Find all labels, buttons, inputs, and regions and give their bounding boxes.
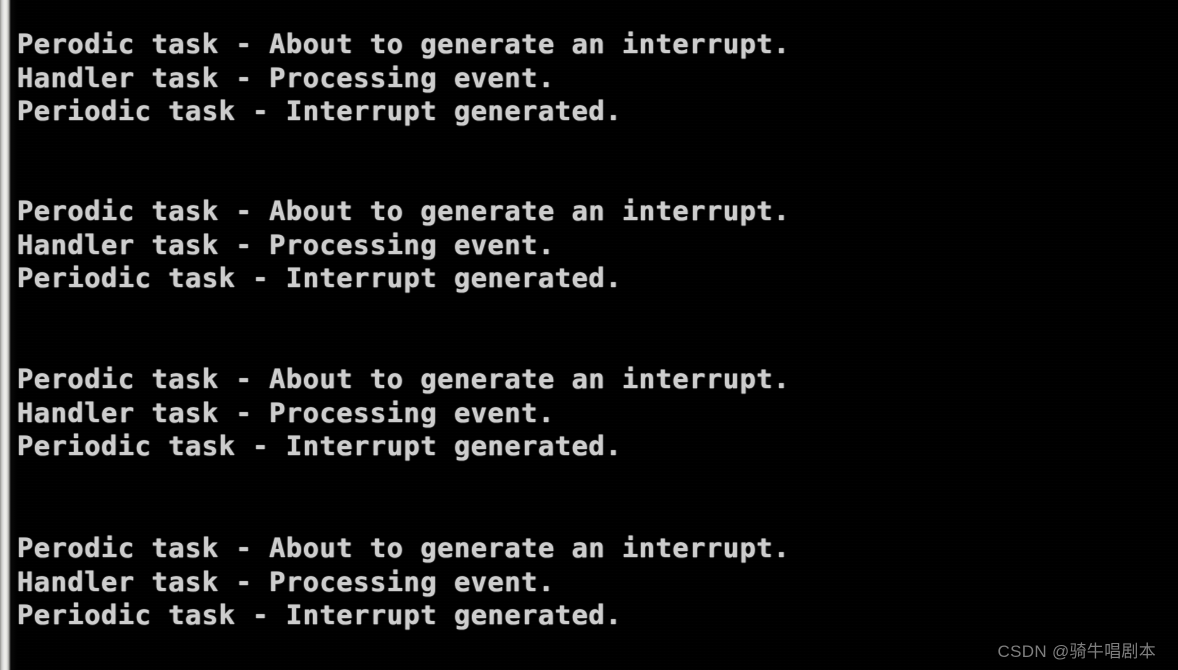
console-line: Perodic task - About to generate an inte… <box>17 196 791 227</box>
console-line: Perodic task - About to generate an inte… <box>17 364 791 395</box>
console-line: Periodic task - Interrupt generated. <box>17 431 622 463</box>
console-line: Periodic task - Interrupt generated. <box>17 96 622 128</box>
console-block: Perodic task - About to generate an inte… <box>17 363 1178 464</box>
console-line: Handler task - Processing event. <box>17 62 555 94</box>
console-line: Handler task - Processing event. <box>17 566 555 598</box>
console-line: Perodic task - About to generate an inte… <box>17 29 791 60</box>
console-block: Perodic task - About to generate an inte… <box>17 28 1178 129</box>
console-line: Handler task - Processing event. <box>17 229 555 261</box>
console-block: Perodic task - About to generate an inte… <box>17 195 1178 296</box>
console-line: Handler task - Processing event. <box>17 397 555 429</box>
window-edge-shadow <box>12 0 17 670</box>
console-window: Perodic task - About to generate an inte… <box>0 0 1178 670</box>
console-line: Periodic task - Interrupt generated. <box>17 263 622 295</box>
console-line: Perodic task - About to generate an inte… <box>17 533 791 564</box>
console-line: Periodic task - Interrupt generated. <box>17 600 622 632</box>
console-block: Perodic task - About to generate an inte… <box>17 532 1178 633</box>
csdn-watermark: CSDN @骑牛唱剧本 <box>997 642 1156 661</box>
console-output-area: Perodic task - About to generate an inte… <box>17 0 1178 670</box>
window-left-edge-strip <box>0 0 12 670</box>
